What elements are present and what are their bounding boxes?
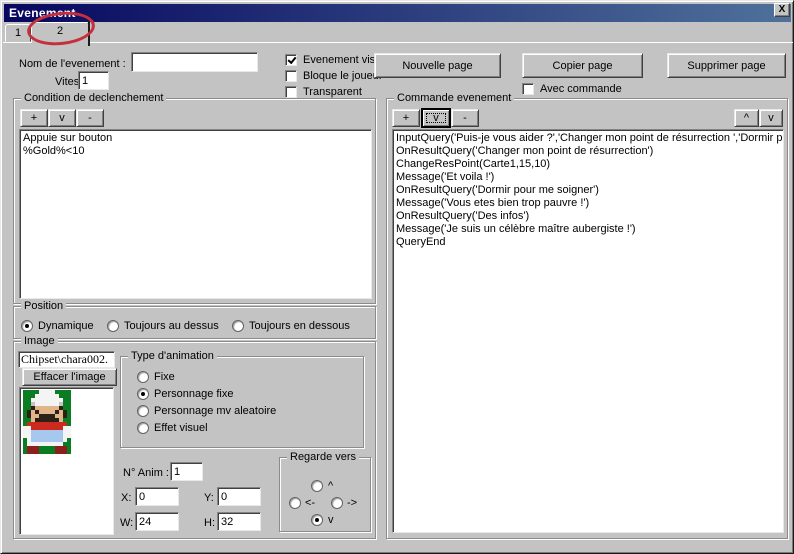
title-bar: Evenement xyxy=(4,4,791,22)
condition-remove-button[interactable]: - xyxy=(76,109,104,127)
anim-character-random-radio[interactable] xyxy=(137,405,149,417)
list-item[interactable]: Message('Je suis un célèbre maître auber… xyxy=(393,223,783,236)
image-path-field[interactable]: Chipset\chara002. xyxy=(18,351,115,368)
anim-character-fixed-label: Personnage fixe xyxy=(154,388,234,401)
animation-type-group-title: Type d'animation xyxy=(128,350,217,363)
list-item[interactable]: ChangeResPoint(Carte1,15,10) xyxy=(393,158,783,171)
anim-character-fixed-radio[interactable] xyxy=(137,388,149,400)
copy-page-button[interactable]: Copier page xyxy=(522,53,643,78)
face-right-radio[interactable] xyxy=(331,497,343,509)
event-command-group: Commande evenement + v - ^ v InputQuery(… xyxy=(386,98,788,539)
command-remove-button[interactable]: - xyxy=(451,109,479,127)
new-page-button[interactable]: Nouvelle page xyxy=(374,53,501,78)
tab-edge-mark xyxy=(88,21,90,46)
trigger-condition-group: Condition de declenchement + v - Appuie … xyxy=(13,98,376,304)
w-input[interactable] xyxy=(135,512,179,531)
animation-type-group: Type d'animation Fixe Personnage fixe Pe… xyxy=(120,356,364,448)
x-label: X: xyxy=(121,492,131,505)
command-list[interactable]: InputQuery('Puis-je vous aider ?','Chang… xyxy=(392,129,784,533)
event-name-label: Nom de l'evenement : xyxy=(19,58,126,71)
facing-direction-group: Regarde vers ^ <- -> v xyxy=(279,457,371,532)
face-up-radio[interactable] xyxy=(311,480,323,492)
y-label: Y: xyxy=(204,492,214,505)
visible-checkbox[interactable] xyxy=(285,54,297,66)
face-up-label: ^ xyxy=(328,480,333,493)
speed-input[interactable] xyxy=(78,71,109,90)
x-input[interactable] xyxy=(135,487,179,506)
condition-edit-button[interactable]: v xyxy=(48,109,76,127)
position-above-radio[interactable] xyxy=(107,320,119,332)
face-down-label: v xyxy=(328,514,334,527)
image-group: Image Chipset\chara002. Effacer l'image … xyxy=(13,341,376,539)
with-command-checkbox-label: Avec commande xyxy=(540,83,622,96)
event-command-group-title: Commande evenement xyxy=(394,92,514,105)
anim-visual-effect-radio[interactable] xyxy=(137,422,149,434)
transparent-checkbox[interactable] xyxy=(285,86,297,98)
window-title: Evenement xyxy=(4,6,76,20)
anim-fixed-label: Fixe xyxy=(154,371,175,384)
tab-page-2[interactable]: 2 xyxy=(31,22,89,43)
h-input[interactable] xyxy=(217,512,261,531)
command-edit-button[interactable]: v xyxy=(422,109,450,127)
block-player-checkbox[interactable] xyxy=(285,70,297,82)
event-editor-window: Evenement X 1 2 Nom de l'evenement : Vit… xyxy=(0,0,794,554)
list-item[interactable]: %Gold%<10 xyxy=(20,145,371,158)
command-add-button[interactable]: + xyxy=(392,109,420,127)
event-name-input[interactable] xyxy=(131,52,258,72)
anim-fixed-radio[interactable] xyxy=(137,371,149,383)
with-command-checkbox[interactable] xyxy=(522,83,534,95)
face-down-radio[interactable] xyxy=(311,514,323,526)
list-item[interactable]: InputQuery('Puis-je vous aider ?','Chang… xyxy=(393,130,783,145)
position-group: Position Dynamique Toujours au dessus To… xyxy=(13,306,376,339)
position-group-title: Position xyxy=(21,300,66,313)
anim-number-input[interactable] xyxy=(170,462,203,481)
w-label: W: xyxy=(120,517,133,530)
list-item[interactable]: Message('Et voila !') xyxy=(393,171,783,184)
position-dynamic-radio[interactable] xyxy=(21,320,33,332)
anim-character-random-label: Personnage mv aleatoire xyxy=(154,405,276,418)
list-item[interactable]: Message('Vous etes bien trop pauvre !') xyxy=(393,197,783,210)
anim-number-label: N° Anim : xyxy=(123,467,169,480)
list-item[interactable]: QueryEnd xyxy=(393,236,783,249)
anim-visual-effect-label: Effet visuel xyxy=(154,422,208,435)
list-item[interactable]: OnResultQuery('Changer mon point de résu… xyxy=(393,145,783,158)
image-group-title: Image xyxy=(21,335,58,348)
list-item[interactable]: Appuie sur bouton xyxy=(20,130,371,145)
y-input[interactable] xyxy=(217,487,261,506)
condition-list[interactable]: Appuie sur bouton%Gold%<10 xyxy=(19,129,372,299)
face-right-label: -> xyxy=(347,497,357,510)
position-above-label: Toujours au dessus xyxy=(124,320,219,333)
tab-page-1[interactable]: 1 xyxy=(5,24,31,42)
position-below-label: Toujours en dessous xyxy=(249,320,350,333)
image-preview-panel[interactable] xyxy=(19,387,114,535)
trigger-condition-group-title: Condition de declenchement xyxy=(21,92,166,105)
command-move-up-button[interactable]: ^ xyxy=(734,109,759,127)
list-item[interactable]: OnResultQuery('Des infos') xyxy=(393,210,783,223)
condition-add-button[interactable]: + xyxy=(20,109,48,127)
face-left-label: <- xyxy=(305,497,315,510)
clear-image-button[interactable]: Effacer l'image xyxy=(22,368,117,386)
facing-direction-group-title: Regarde vers xyxy=(287,451,359,464)
block-player-checkbox-label: Bloque le joueur xyxy=(303,70,383,83)
close-icon[interactable]: X xyxy=(774,3,790,17)
position-below-radio[interactable] xyxy=(232,320,244,332)
h-label: H: xyxy=(204,517,215,530)
list-item[interactable]: OnResultQuery('Dormir pour me soigner') xyxy=(393,184,783,197)
innkeeper-chef-sprite xyxy=(23,390,71,454)
tab-panel-edge xyxy=(3,42,793,43)
position-dynamic-label: Dynamique xyxy=(38,320,94,333)
delete-page-button[interactable]: Supprimer page xyxy=(667,53,786,78)
command-move-down-button[interactable]: v xyxy=(759,109,783,127)
face-left-radio[interactable] xyxy=(289,497,301,509)
